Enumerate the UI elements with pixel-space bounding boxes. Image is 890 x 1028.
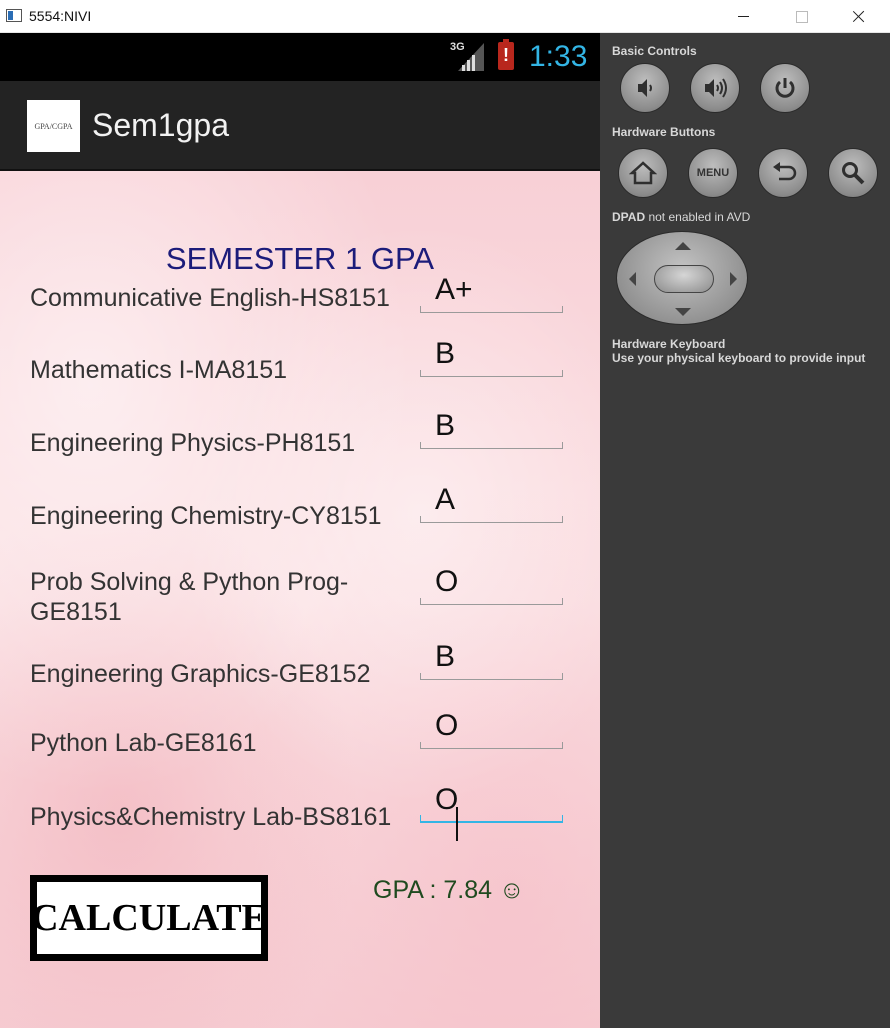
subject-label-hs8151: Communicative English-HS8151 (30, 284, 390, 312)
grade-value: O (435, 783, 459, 816)
text-cursor (456, 807, 458, 841)
volume-up-button[interactable] (690, 63, 740, 113)
search-icon (842, 162, 865, 185)
emulator-control-panel: Basic Controls Hardware Buttons MENU DPA… (600, 33, 890, 1028)
dpad-center-button[interactable] (654, 265, 714, 293)
power-button[interactable] (760, 63, 810, 113)
basic-controls-label: Basic Controls (612, 44, 697, 58)
menu-button-label: MENU (696, 167, 730, 179)
close-button[interactable] (836, 0, 882, 33)
grade-value: A (435, 483, 456, 516)
calculate-button-label: CALCULATE (31, 882, 267, 954)
gpa-result: GPA : 7.84 ☺ (373, 876, 525, 904)
grade-input-bs8161[interactable]: O (420, 783, 563, 823)
dpad-label: DPAD not enabled in AVD (612, 210, 750, 224)
grade-input-ph8151[interactable]: B (420, 409, 563, 449)
minimize-button[interactable] (720, 0, 766, 33)
battery-alert-mark: ! (503, 45, 509, 65)
grade-input-hs8151[interactable]: A+ (420, 273, 563, 313)
grade-value: B (435, 337, 456, 370)
subject-label-ge8152: Engineering Graphics-GE8152 (30, 660, 371, 688)
volume-down-button[interactable] (620, 63, 670, 113)
grade-input-ge8161[interactable]: O (420, 709, 563, 749)
window-title: 5554:NIVI (29, 8, 92, 24)
emulator-window-icon (6, 9, 22, 22)
power-icon (775, 78, 795, 98)
volume-up-icon (705, 78, 727, 98)
grade-value: O (435, 565, 459, 598)
menu-button[interactable]: MENU (688, 148, 738, 198)
signal-strength-icon (458, 43, 484, 71)
subject-label-cy8151: Engineering Chemistry-CY8151 (30, 502, 382, 530)
hardware-buttons-label: Hardware Buttons (612, 125, 716, 139)
home-button[interactable] (618, 148, 668, 198)
status-bar: 3G ! 1:33 (0, 33, 600, 81)
action-bar: GPA/CGPA Sem1gpa (0, 81, 600, 171)
hardware-keyboard-info: Hardware Keyboard Use your physical keyb… (612, 337, 865, 365)
grade-value: B (435, 640, 456, 673)
app-logo-icon[interactable]: GPA/CGPA (27, 100, 80, 152)
subject-label-ma8151: Mathematics I-MA8151 (30, 356, 288, 384)
back-button[interactable] (758, 148, 808, 198)
subject-label-bs8161: Physics&Chemistry Lab-BS8161 (30, 803, 392, 831)
hardware-keyboard-hint: Use your physical keyboard to provide in… (612, 351, 866, 365)
app-title: Sem1gpa (92, 107, 229, 143)
subject-label-ge8161: Python Lab-GE8161 (30, 729, 257, 757)
subject-label-ph8151: Engineering Physics-PH8151 (30, 429, 356, 457)
maximize-button[interactable] (778, 0, 824, 33)
dpad-label-rest: not enabled in AVD (645, 210, 751, 224)
status-clock: 1:33 (529, 40, 588, 73)
search-button[interactable] (828, 148, 878, 198)
dpad-label-bold: DPAD (612, 210, 646, 224)
hardware-keyboard-title: Hardware Keyboard (612, 337, 726, 351)
grade-input-cy8151[interactable]: A (420, 483, 563, 523)
home-icon (629, 161, 657, 185)
dpad-control[interactable] (616, 231, 748, 325)
grade-input-ge8152[interactable]: B (420, 640, 563, 680)
grade-value: A+ (435, 273, 473, 306)
back-icon (773, 162, 797, 181)
grade-value: B (435, 409, 456, 442)
volume-down-icon (638, 79, 652, 97)
grade-input-ge8151[interactable]: O (420, 565, 563, 605)
grade-input-ma8151[interactable]: B (420, 337, 563, 377)
subject-label-ge8151: Prob Solving & Python Prog-GE8151 (30, 568, 349, 626)
grade-value: O (435, 709, 459, 742)
window-titlebar: 5554:NIVI (0, 0, 890, 33)
page-title: SEMESTER 1 GPA (165, 241, 435, 276)
gpa-form: SEMESTER 1 GPA Communicative English-HS8… (0, 171, 600, 1028)
phone-screen: 3G ! 1:33 GPA/CGPA Sem1gpa SEMESTER 1 GP… (0, 33, 600, 1028)
calculate-button[interactable]: CALCULATE (30, 875, 268, 961)
battery-low-icon: ! (498, 39, 514, 70)
